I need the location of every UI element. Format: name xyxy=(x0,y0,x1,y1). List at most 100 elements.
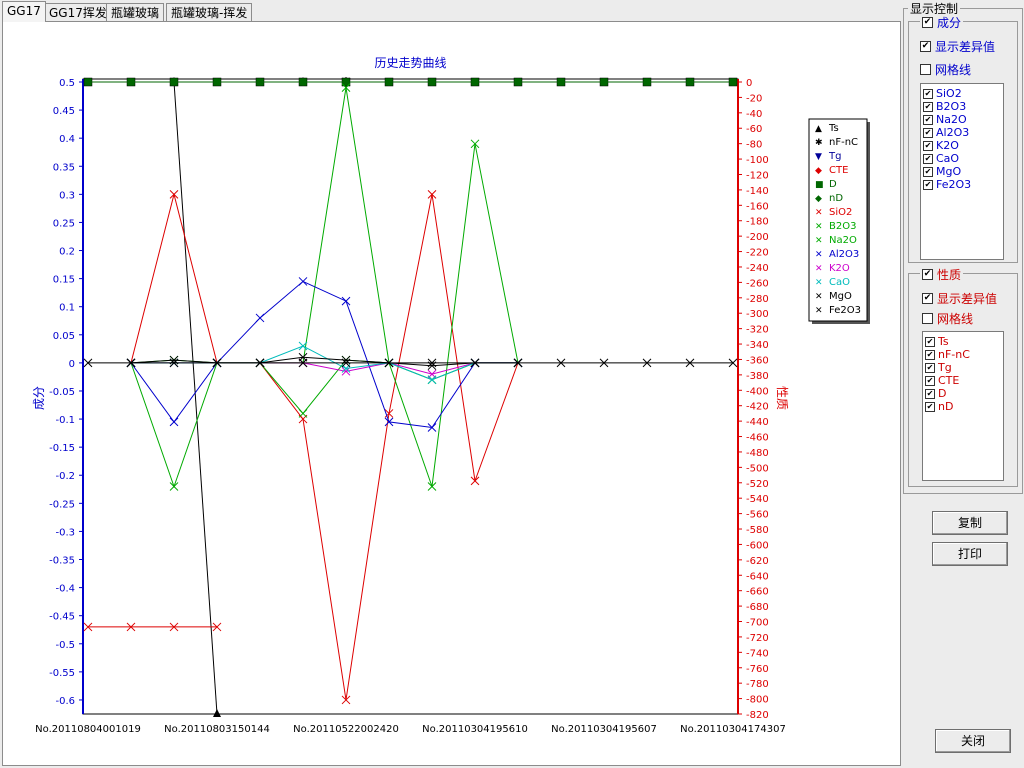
composition-item-checkbox[interactable] xyxy=(923,140,933,151)
series-line-sio2-diff xyxy=(130,194,519,701)
right-axis-label: 性质 xyxy=(775,386,789,410)
property-item[interactable]: CTE xyxy=(925,374,959,387)
composition-grid-label: 网格线 xyxy=(935,63,972,77)
property-item-checkbox[interactable] xyxy=(925,336,935,347)
property-label: 性质 xyxy=(937,268,962,282)
property-item[interactable]: nF-nC xyxy=(925,348,970,361)
composition-item[interactable]: Al2O3 xyxy=(923,126,969,139)
composition-item-checkbox[interactable] xyxy=(923,101,933,112)
composition-item[interactable]: SiO2 xyxy=(923,87,962,100)
right-axis-tick-label: -720 xyxy=(746,633,769,644)
property-item-checkbox[interactable] xyxy=(925,388,935,399)
composition-item-label: K2O xyxy=(936,139,959,152)
composition-checkbox[interactable] xyxy=(922,17,933,28)
composition-item-label: CaO xyxy=(936,152,960,165)
property-item[interactable]: D xyxy=(925,387,946,400)
legend-entry: B2O3 xyxy=(829,221,856,232)
x-axis-tick-label: No.20110304195607 xyxy=(551,724,657,735)
series-line-b2o3 xyxy=(130,87,519,489)
right-axis-tick-label: -280 xyxy=(746,294,769,305)
composition-item-checkbox[interactable] xyxy=(923,153,933,164)
property-show-diff-checkbox[interactable] xyxy=(922,293,933,304)
composition-show-diff[interactable]: 显示差异值 xyxy=(920,38,995,55)
composition-item-checkbox[interactable] xyxy=(923,166,933,177)
composition-item-label: Fe2O3 xyxy=(936,178,972,191)
legend-marker: ✕ xyxy=(815,222,823,232)
property-item[interactable]: nD xyxy=(925,400,953,413)
property-toggle[interactable]: 性质 xyxy=(920,266,964,283)
composition-item-checkbox[interactable] xyxy=(923,127,933,138)
composition-item[interactable]: MgO xyxy=(923,165,961,178)
legend-marker: ◆ xyxy=(815,194,822,204)
right-axis-tick-label: -820 xyxy=(746,710,769,721)
right-axis-tick-label: -40 xyxy=(746,109,762,120)
right-axis-tick-label: -120 xyxy=(746,170,769,181)
property-item-list[interactable]: TsnF-nCTgCTEDnD xyxy=(922,331,1004,481)
composition-item-label: Al2O3 xyxy=(936,126,970,139)
composition-grid[interactable]: 网格线 xyxy=(920,61,971,78)
copy-button[interactable]: 复制 xyxy=(932,511,1008,535)
composition-toggle[interactable]: 成分 xyxy=(920,14,964,31)
right-axis-tick-label: -780 xyxy=(746,679,769,690)
print-button[interactable]: 打印 xyxy=(932,542,1008,566)
tab-gg17[interactable]: GG17 xyxy=(2,1,46,22)
composition-grid-checkbox[interactable] xyxy=(920,64,931,75)
legend-entry: SiO2 xyxy=(829,207,852,218)
composition-item[interactable]: Na2O xyxy=(923,113,967,126)
right-axis-tick-label: -740 xyxy=(746,648,769,659)
composition-show-diff-checkbox[interactable] xyxy=(920,41,931,52)
property-item-checkbox[interactable] xyxy=(925,349,935,360)
right-axis-tick-label: -340 xyxy=(746,340,769,351)
legend-marker: ▼ xyxy=(815,152,822,162)
left-axis-tick-label: -0.1 xyxy=(55,415,75,426)
series-line-na2o xyxy=(130,359,518,415)
close-button[interactable]: 关闭 xyxy=(935,729,1011,753)
composition-item-checkbox[interactable] xyxy=(923,88,933,99)
right-axis-tick-label: -660 xyxy=(746,587,769,598)
tab-bottle-glass-volatile[interactable]: 瓶罐玻璃-挥发 xyxy=(166,3,253,21)
composition-item[interactable]: Fe2O3 xyxy=(923,178,971,191)
legend-marker: ✕ xyxy=(815,264,823,274)
left-axis-tick-label: 0.15 xyxy=(53,275,75,286)
right-axis-tick-label: -20 xyxy=(746,93,762,104)
left-axis-tick-label: 0.5 xyxy=(59,78,75,89)
tab-bottle-glass[interactable]: 瓶罐玻璃 xyxy=(106,3,165,21)
legend-marker: ◆ xyxy=(815,166,822,176)
legend-marker: ✕ xyxy=(815,208,823,218)
right-axis-tick-label: -620 xyxy=(746,556,769,567)
composition-item[interactable]: B2O3 xyxy=(923,100,966,113)
composition-item[interactable]: K2O xyxy=(923,139,959,152)
property-grid-checkbox[interactable] xyxy=(922,313,933,324)
property-grid[interactable]: 网格线 xyxy=(922,310,973,327)
left-axis-tick-label: -0.6 xyxy=(55,696,75,707)
property-item[interactable]: Ts xyxy=(925,335,949,348)
left-axis-tick-label: -0.55 xyxy=(49,668,75,679)
property-checkbox[interactable] xyxy=(922,269,933,280)
right-axis-tick-label: -140 xyxy=(746,186,769,197)
x-axis-tick-label: No.20110304195610 xyxy=(422,724,528,735)
composition-item-label: B2O3 xyxy=(936,100,967,113)
right-axis-tick-label: -200 xyxy=(746,232,769,243)
property-item-checkbox[interactable] xyxy=(925,401,935,412)
composition-item-label: Na2O xyxy=(936,113,967,126)
left-axis-tick-label: -0.35 xyxy=(49,556,75,567)
composition-item-checkbox[interactable] xyxy=(923,114,933,125)
left-axis-tick-label: -0.4 xyxy=(55,584,75,595)
composition-item-label: MgO xyxy=(936,165,962,178)
property-item[interactable]: Tg xyxy=(925,361,952,374)
tab-gg17-volatile[interactable]: GG17挥发 xyxy=(44,3,112,21)
composition-item[interactable]: CaO xyxy=(923,152,959,165)
series-line-ts xyxy=(173,81,218,715)
composition-item-list[interactable]: SiO2B2O3Na2OAl2O3K2OCaOMgOFe2O3 xyxy=(920,83,1004,260)
legend-marker: ■ xyxy=(815,180,824,190)
legend-marker: ✕ xyxy=(815,278,823,288)
property-grid-label: 网格线 xyxy=(937,312,974,326)
legend-entry: CaO xyxy=(829,277,850,288)
composition-item-checkbox[interactable] xyxy=(923,179,933,190)
right-axis-tick-label: -520 xyxy=(746,479,769,490)
left-axis-tick-label: -0.5 xyxy=(55,640,75,651)
property-show-diff[interactable]: 显示差异值 xyxy=(922,290,997,307)
property-item-checkbox[interactable] xyxy=(925,362,935,373)
legend-entry: Na2O xyxy=(829,235,857,246)
property-item-checkbox[interactable] xyxy=(925,375,935,386)
